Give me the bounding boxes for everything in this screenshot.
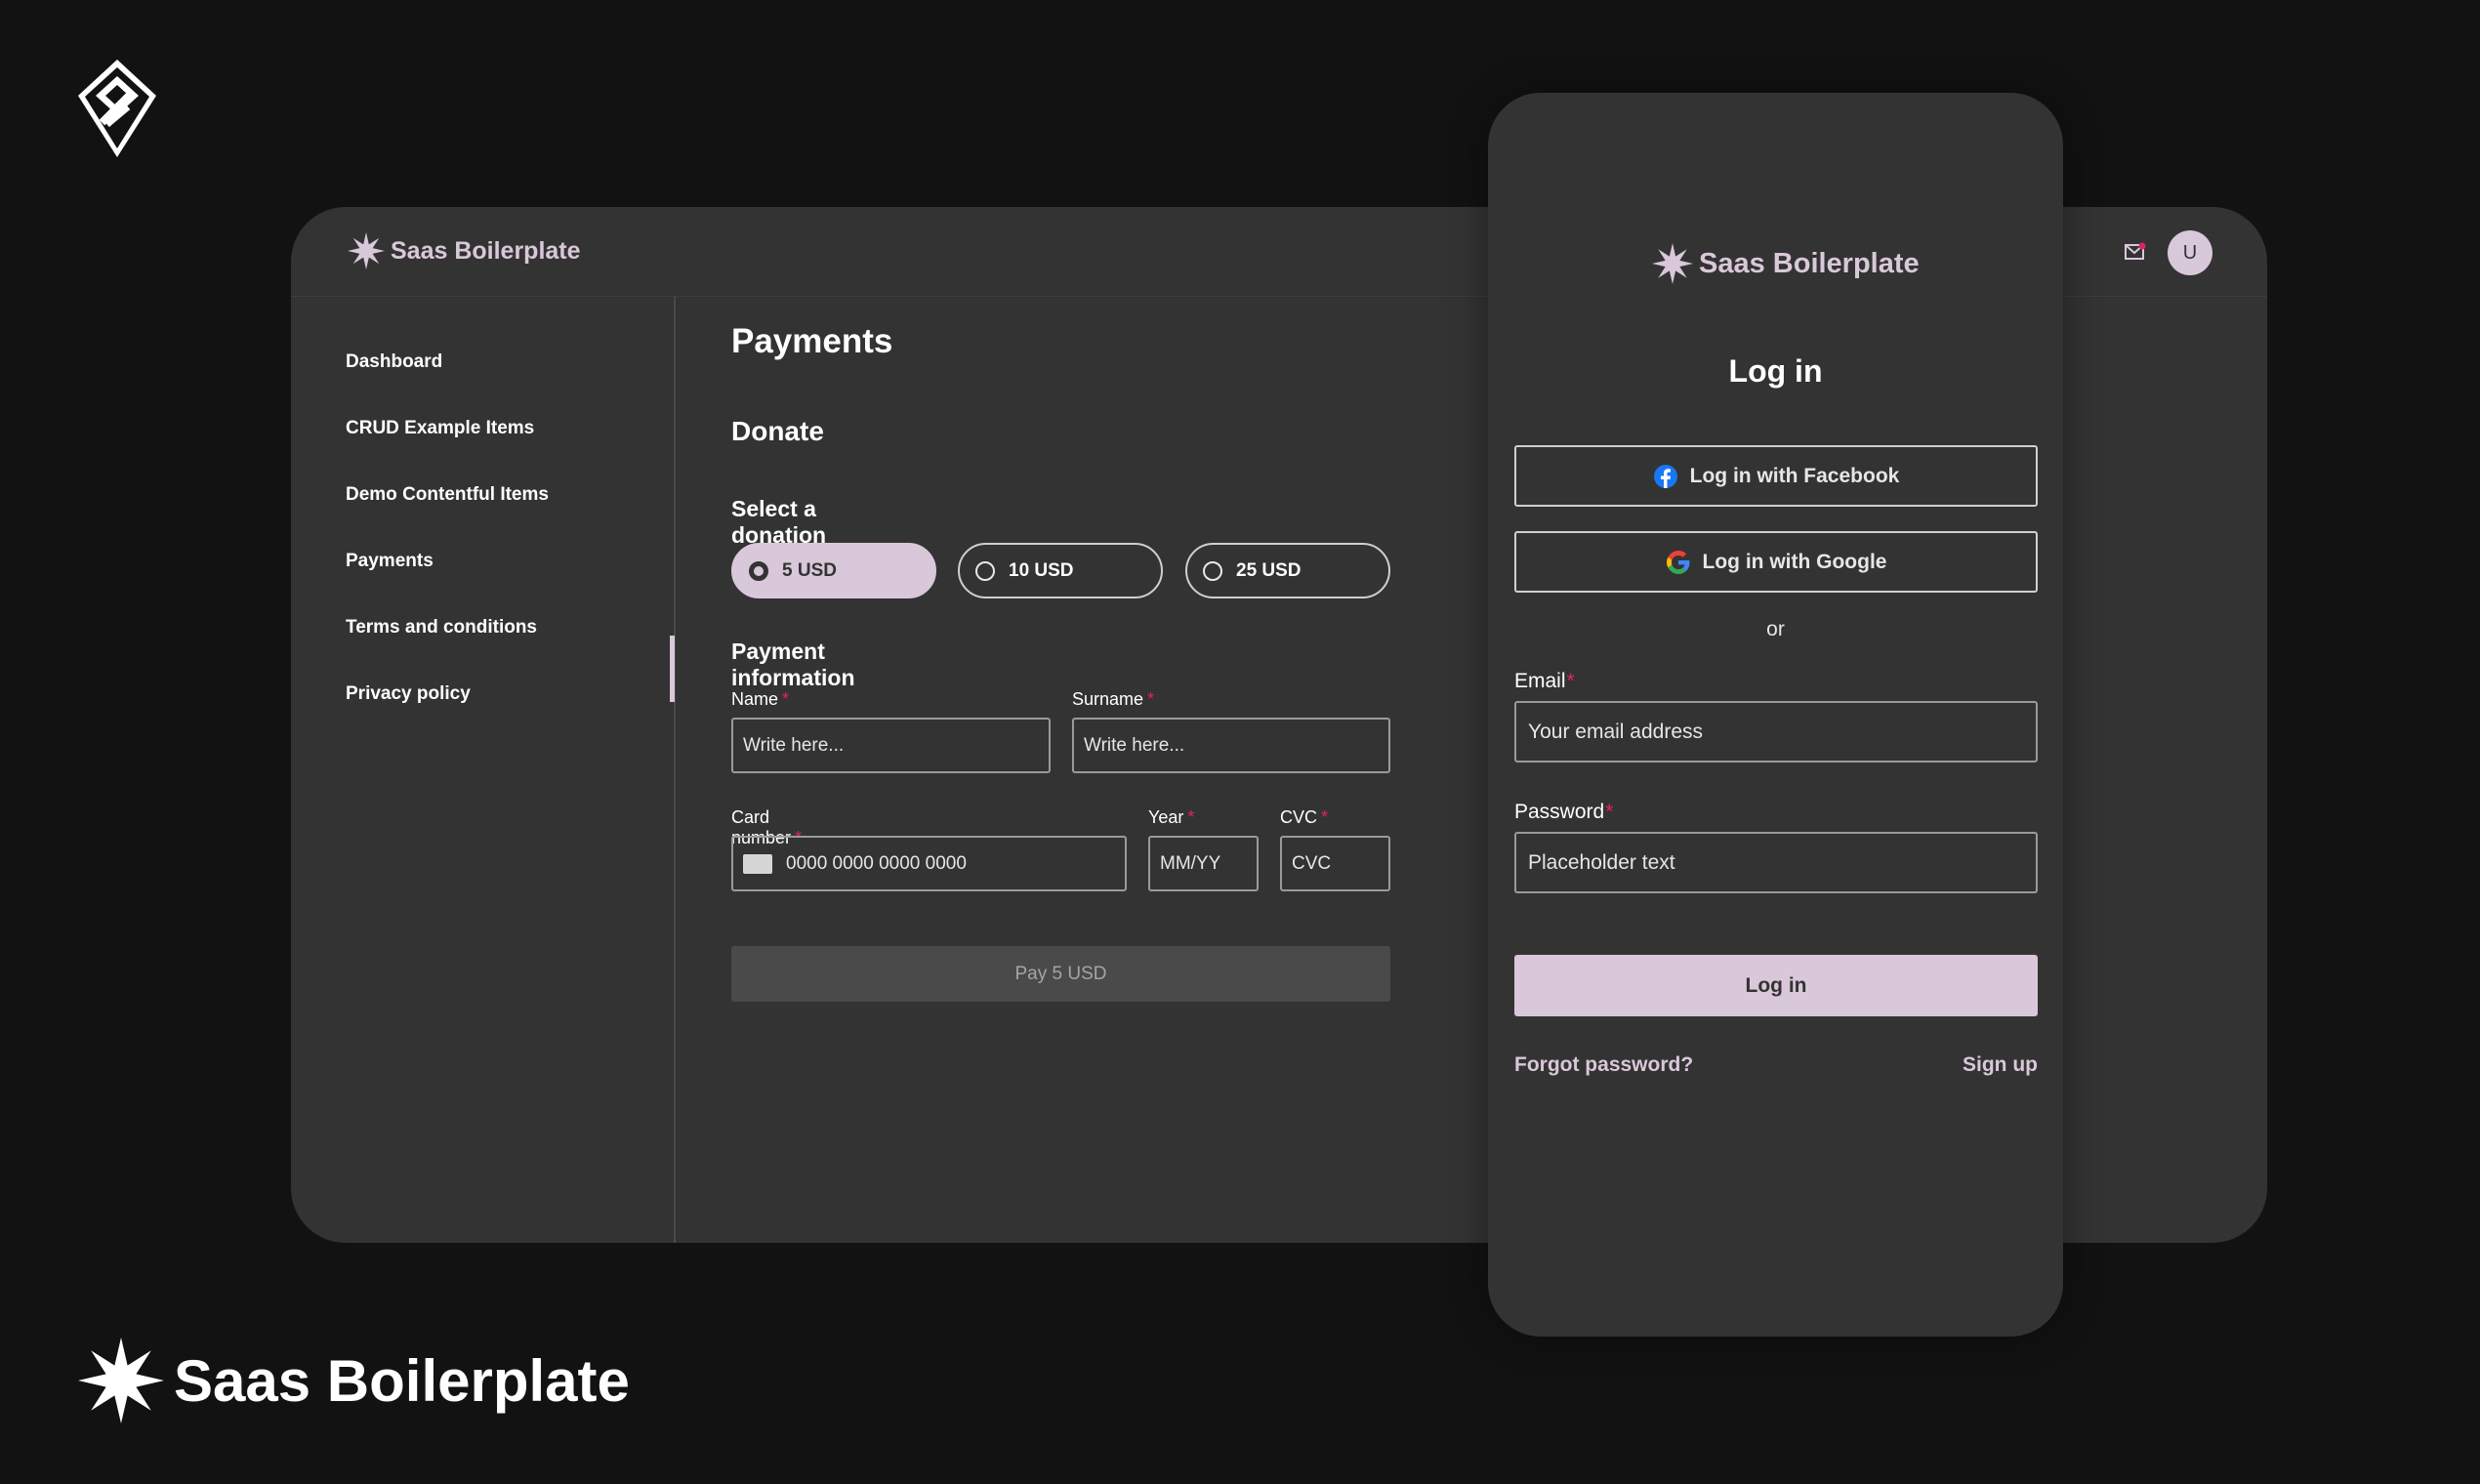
cvc-label: CVC * bbox=[1280, 807, 1329, 827]
email-field[interactable]: Your email address bbox=[1514, 701, 2038, 763]
facebook-login-label: Log in with Facebook bbox=[1689, 464, 1900, 487]
donation-option-10-usd[interactable]: 10 USD bbox=[958, 543, 1163, 598]
google-login-label: Log in with Google bbox=[1702, 550, 1887, 573]
surname-field[interactable]: Write here... bbox=[1072, 718, 1390, 773]
or-divider: or bbox=[1766, 618, 1785, 640]
app-logo-icon bbox=[78, 60, 156, 157]
google-login-button[interactable]: Log in with Google bbox=[1514, 531, 2038, 593]
radio-unselected-icon bbox=[975, 560, 995, 581]
pay-button[interactable]: Pay 5 USD bbox=[731, 946, 1390, 1002]
avatar[interactable]: U bbox=[2168, 230, 2212, 275]
header-brand[interactable]: Saas Boilerplate bbox=[348, 232, 581, 269]
donation-option-label: 5 USD bbox=[782, 559, 837, 581]
email-label: Email* bbox=[1514, 670, 1575, 692]
section-title: Donate bbox=[731, 416, 824, 446]
sidebar-item-demo-contentful-items[interactable]: Demo Contentful Items bbox=[346, 484, 549, 506]
donation-option-label: 25 USD bbox=[1236, 559, 1302, 581]
select-donation-label: Select a donation bbox=[731, 496, 827, 548]
credit-card-icon bbox=[743, 853, 772, 874]
page-title: Payments bbox=[731, 322, 893, 360]
brand-star-icon bbox=[1652, 243, 1693, 284]
radio-selected-icon bbox=[749, 560, 768, 581]
payment-information-title: Payment information bbox=[731, 639, 855, 690]
brand-name: Saas Boilerplate bbox=[391, 236, 581, 265]
surname-label: Surname * bbox=[1072, 689, 1155, 709]
google-icon bbox=[1666, 550, 1689, 574]
facebook-login-button[interactable]: Log in with Facebook bbox=[1514, 445, 2038, 507]
radio-unselected-icon bbox=[1203, 560, 1222, 581]
sidebar-active-indicator bbox=[670, 636, 675, 702]
sidebar-item-crud-example-items[interactable]: CRUD Example Items bbox=[346, 418, 534, 439]
sign-up-link[interactable]: Sign up bbox=[1963, 1053, 2038, 1077]
login-submit-button[interactable]: Log in bbox=[1514, 955, 2038, 1016]
sidebar-item-privacy-policy[interactable]: Privacy policy bbox=[346, 683, 471, 705]
footer-brand-name: Saas Boilerplate bbox=[174, 1347, 630, 1414]
login-brand: Saas Boilerplate bbox=[1652, 243, 1920, 284]
donation-option-label: 10 USD bbox=[1009, 559, 1074, 581]
login-title: Log in bbox=[1728, 353, 1823, 389]
name-label: Name * bbox=[731, 689, 790, 709]
brand-star-icon bbox=[78, 1338, 164, 1423]
facebook-icon bbox=[1653, 464, 1677, 488]
sidebar-item-payments[interactable]: Payments bbox=[346, 551, 434, 572]
cvc-field[interactable]: CVC bbox=[1280, 836, 1390, 891]
name-field[interactable]: Write here... bbox=[731, 718, 1051, 773]
footer-brand: Saas Boilerplate bbox=[78, 1338, 630, 1423]
brand-star-icon bbox=[348, 232, 385, 269]
brand-name: Saas Boilerplate bbox=[1699, 247, 1920, 279]
password-label: Password* bbox=[1514, 801, 1614, 823]
sidebar-item-terms-and-conditions[interactable]: Terms and conditions bbox=[346, 617, 537, 639]
sidebar-item-dashboard[interactable]: Dashboard bbox=[346, 351, 442, 373]
card-number-field[interactable]: 0000 0000 0000 0000 bbox=[731, 836, 1127, 891]
card-number-placeholder: 0000 0000 0000 0000 bbox=[786, 852, 967, 874]
mail-icon[interactable] bbox=[2125, 242, 2146, 262]
sidebar: Dashboard CRUD Example Items Demo Conten… bbox=[291, 297, 676, 1243]
year-label: Year * bbox=[1148, 807, 1195, 827]
password-field[interactable]: Placeholder text bbox=[1514, 832, 2038, 893]
forgot-password-link[interactable]: Forgot password? bbox=[1514, 1053, 1693, 1077]
year-field[interactable]: MM/YY bbox=[1148, 836, 1259, 891]
login-card: Saas Boilerplate Log in Log in with Face… bbox=[1488, 93, 2063, 1337]
donation-option-25-usd[interactable]: 25 USD bbox=[1185, 543, 1390, 598]
donation-option-5-usd[interactable]: 5 USD bbox=[731, 543, 936, 598]
